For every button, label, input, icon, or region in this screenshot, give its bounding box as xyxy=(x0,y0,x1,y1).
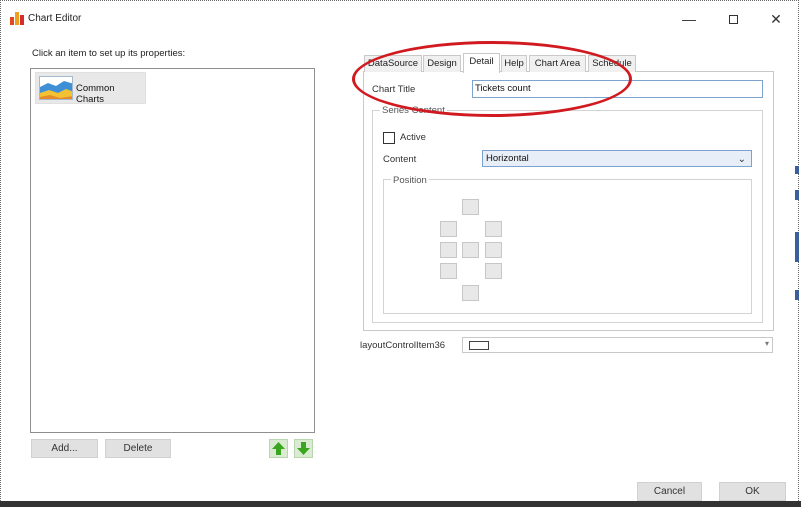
position-bottom[interactable] xyxy=(462,285,479,301)
tab-schedule[interactable]: Schedule xyxy=(588,55,636,72)
layout-control-item-label: layoutControlItem36 xyxy=(360,340,446,351)
position-top-left[interactable] xyxy=(440,221,457,237)
taskbar-strip xyxy=(0,501,801,507)
chart-title-label: Chart Title xyxy=(372,84,416,95)
position-legend: Position xyxy=(391,175,429,186)
add-button[interactable]: Add... xyxy=(31,439,98,458)
arrow-up-icon xyxy=(272,442,285,455)
instruction-text: Click an item to set up its properties: xyxy=(32,48,186,59)
position-group xyxy=(383,179,752,314)
close-button[interactable]: ✕ xyxy=(761,9,791,29)
position-bottom-left[interactable] xyxy=(440,263,457,279)
series-content-legend: Series Content xyxy=(380,105,447,116)
position-center[interactable] xyxy=(462,242,479,258)
background-edge-mark xyxy=(795,232,799,262)
chevron-down-icon: ⌄ xyxy=(737,154,746,165)
area-chart-icon xyxy=(39,76,73,100)
delete-button[interactable]: Delete xyxy=(105,439,171,458)
tab-datasource[interactable]: DataSource xyxy=(364,55,422,72)
list-item-label: Common Charts xyxy=(76,83,115,105)
move-up-button[interactable] xyxy=(269,439,288,458)
position-left[interactable] xyxy=(440,242,457,258)
chart-item-list[interactable]: Common Charts xyxy=(30,68,315,433)
content-dropdown[interactable]: Horizontal ⌄ xyxy=(482,150,752,167)
active-checkbox[interactable] xyxy=(383,132,395,144)
chart-editor-window: Chart Editor — ✕ Click an item to set up… xyxy=(0,0,799,505)
maximize-button[interactable] xyxy=(718,9,748,29)
position-right[interactable] xyxy=(485,242,502,258)
chevron-down-icon: ▾ xyxy=(764,339,769,348)
cancel-button[interactable]: Cancel xyxy=(637,482,702,501)
content-label: Content xyxy=(383,154,417,165)
ok-button[interactable]: OK xyxy=(719,482,786,501)
background-edge-mark xyxy=(795,290,799,300)
title-bar: Chart Editor — ✕ xyxy=(1,1,798,35)
minimize-button[interactable]: — xyxy=(674,9,704,29)
tab-design[interactable]: Design xyxy=(423,55,461,72)
color-dropdown[interactable]: ▾ xyxy=(462,337,773,353)
content-dropdown-value: Horizontal xyxy=(486,153,529,164)
chart-title-input[interactable]: Tickets count xyxy=(472,80,763,98)
background-edge-mark xyxy=(795,190,799,200)
chart-editor-app-icon xyxy=(10,12,24,25)
position-top-right[interactable] xyxy=(485,221,502,237)
list-item[interactable]: Common Charts xyxy=(35,72,146,105)
tab-help[interactable]: Help xyxy=(501,55,527,72)
active-label: Active xyxy=(400,132,426,143)
maximize-icon xyxy=(728,15,738,24)
window-title: Chart Editor xyxy=(28,13,82,24)
arrow-down-icon xyxy=(297,442,310,455)
tab-detail[interactable]: Detail xyxy=(463,53,500,73)
tab-chart-area[interactable]: Chart Area xyxy=(529,55,586,72)
position-bottom-right[interactable] xyxy=(485,263,502,279)
move-down-button[interactable] xyxy=(294,439,313,458)
background-edge-mark xyxy=(795,166,799,174)
color-swatch xyxy=(469,341,489,350)
position-top[interactable] xyxy=(462,199,479,215)
